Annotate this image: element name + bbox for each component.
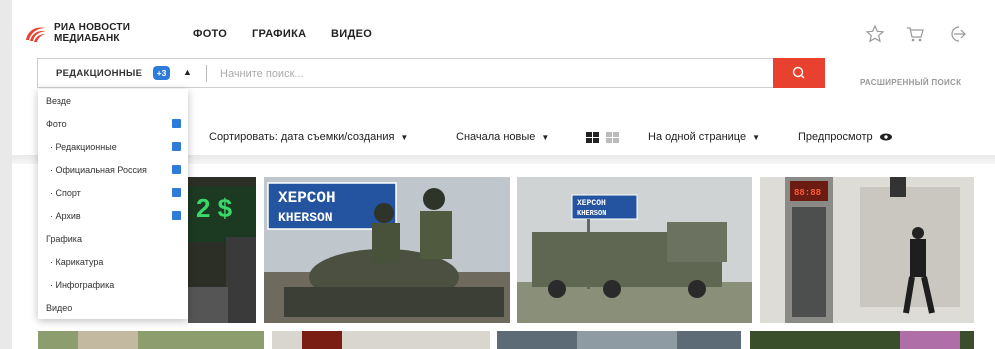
photo-image: 2 $ [188,177,256,323]
preview-label: Предпросмотр [798,131,873,143]
header [12,0,995,56]
advanced-search-link[interactable]: РАСШИРЕННЫЙ ПОИСК [860,78,961,87]
photo-image: ХЕРСОН KHERSON [517,177,752,323]
brand-line-2: МЕДИАБАНК [54,33,120,44]
dropdown-item-archive[interactable]: · Архив [50,211,81,221]
dropdown-item-graphics[interactable]: Графика [46,234,82,244]
divider [206,65,207,82]
photo-thumbnail-3[interactable]: ХЕРСОН KHERSON [517,177,752,323]
list-view-icon[interactable] [586,132,599,143]
sign-text-2: KHERSON [278,210,333,225]
dropdown-item-photo[interactable]: Фото [46,119,67,129]
per-page-label: На одной странице [648,131,747,143]
eye-icon [879,133,892,141]
search-icon [792,66,805,79]
brand-name[interactable]: РИА НОВОСТИ МЕДИАБАНК [54,22,130,44]
star-icon[interactable] [865,24,885,44]
photo-image [38,331,264,349]
order-dropdown[interactable]: Сначала новые ▼ [456,131,549,143]
left-scroll-strip [0,0,12,349]
checkbox-photo[interactable] [172,119,181,128]
search-button[interactable] [773,58,825,88]
brand-line-1: РИА НОВОСТИ [54,22,131,33]
sign-text-2: KHERSON [577,210,606,218]
view-toggle [586,132,619,143]
preview-toggle[interactable]: Предпросмотр [798,131,893,143]
photo-thumbnail-8[interactable] [750,331,974,349]
photo-thumbnail-5[interactable] [38,331,264,349]
photo-image: 88:88 [760,177,974,323]
dropdown-item-video[interactable]: Видео [46,303,72,313]
photo-thumbnail-2[interactable]: ХЕРСОН KHERSON [264,177,510,323]
caret-up-icon[interactable]: ▲ [183,67,192,77]
photo-image [497,331,741,349]
logout-icon[interactable] [947,24,967,44]
filter-selector-label[interactable]: РЕДАКЦИОННЫЕ [56,68,142,79]
sort-dropdown[interactable]: Сортировать: дата съемки/создания ▼ [209,131,408,143]
checkbox-archive[interactable] [172,211,181,220]
grid-view-icon[interactable] [606,132,619,143]
nav-photo[interactable]: ФОТО [193,28,227,40]
order-label: Сначала новые [456,131,536,143]
search-input[interactable] [218,62,772,86]
svg-text:88:88: 88:88 [794,188,821,198]
svg-text:2 $: 2 $ [196,193,233,223]
checkbox-editorial[interactable] [172,142,181,151]
cart-icon[interactable] [905,24,925,44]
caret-down-icon: ▼ [541,133,550,142]
photo-thumbnail-7[interactable] [497,331,741,349]
photo-thumbnail-6[interactable] [272,331,490,349]
checkbox-official-russia[interactable] [172,165,181,174]
nav-video[interactable]: ВИДЕО [331,28,372,40]
photo-image [272,331,490,349]
dropdown-item-caricature[interactable]: · Карикатура [50,257,103,267]
dropdown-item-editorial[interactable]: · Редакционные [50,142,117,152]
checkbox-sport[interactable] [172,188,181,197]
photo-image [750,331,974,349]
ria-logo-icon[interactable] [24,24,48,44]
caret-down-icon: ▼ [752,133,761,142]
dropdown-item-official-russia[interactable]: · Официальная Россия [50,165,147,175]
filter-count-badge[interactable]: +3 [153,66,170,80]
dropdown-item-infographics[interactable]: · Инфографика [50,280,114,290]
photo-thumbnail-1[interactable]: 2 $ [188,177,256,323]
dropdown-item-everywhere[interactable]: Везде [46,96,71,106]
sign-text-1: ХЕРСОН [577,199,606,208]
photo-thumbnail-4[interactable]: 88:88 [760,177,974,323]
caret-down-icon: ▼ [400,133,409,142]
dropdown-item-sport[interactable]: · Спорт [50,188,81,198]
photo-image: ХЕРСОН KHERSON [264,177,510,323]
sign-text-1: ХЕРСОН [278,189,336,207]
sort-label: Сортировать: дата съемки/создания [209,131,395,143]
source-filter-dropdown: Везде Фото · Редакционные · Официальная … [38,89,188,319]
per-page-dropdown[interactable]: На одной странице ▼ [648,131,760,143]
search-bar: РЕДАКЦИОННЫЕ +3 ▲ [37,58,825,88]
nav-graphics[interactable]: ГРАФИКА [252,28,306,40]
